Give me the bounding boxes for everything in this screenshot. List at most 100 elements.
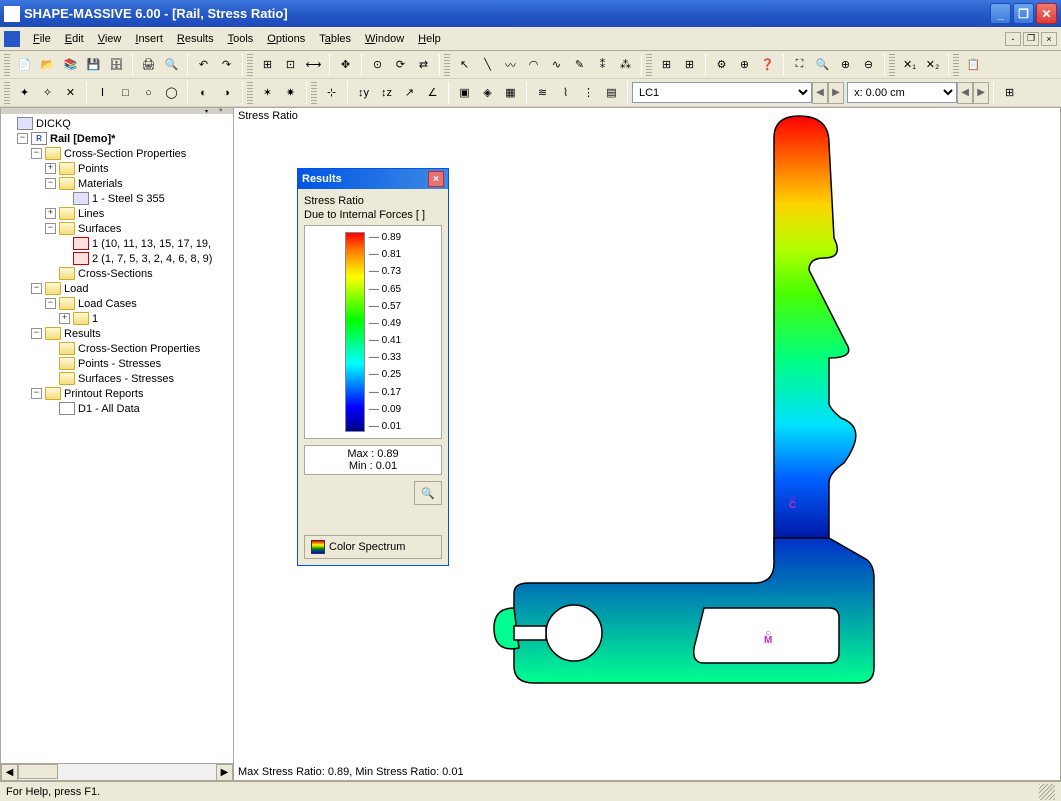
result-s-icon[interactable]: ≋ bbox=[531, 81, 554, 104]
view-4-icon[interactable]: ⊞ bbox=[998, 81, 1021, 104]
dimension-icon[interactable]: ⟷ bbox=[302, 53, 325, 76]
tree-csp[interactable]: Cross-Section Properties bbox=[64, 148, 186, 160]
expander-icon[interactable]: − bbox=[45, 178, 56, 189]
tree-load-cases[interactable]: Load Cases bbox=[78, 298, 137, 310]
shape-rect-icon[interactable]: □ bbox=[114, 81, 137, 104]
tree-steel[interactable]: 1 - Steel S 355 bbox=[92, 193, 165, 205]
expander-icon[interactable]: − bbox=[31, 148, 42, 159]
sidebar-hscroll[interactable]: ◀ ▶ bbox=[1, 763, 233, 780]
maximize-button[interactable]: ❐ bbox=[1013, 3, 1034, 24]
save-all-icon[interactable]: 🗄 bbox=[105, 53, 128, 76]
legend-zoom-button[interactable]: 🔍 bbox=[414, 481, 442, 505]
results-panel-close-icon[interactable]: × bbox=[428, 171, 444, 187]
mirror-icon[interactable]: ⇄ bbox=[412, 53, 435, 76]
new-file-icon[interactable]: 📄 bbox=[13, 53, 36, 76]
tree-res-csp[interactable]: Cross-Section Properties bbox=[78, 343, 200, 355]
toolbar-grip[interactable] bbox=[953, 54, 959, 76]
menu-help[interactable]: Help bbox=[411, 31, 448, 47]
expander-icon[interactable]: − bbox=[17, 133, 28, 144]
x1-icon[interactable]: ✕₁ bbox=[898, 53, 921, 76]
toolbar-grip[interactable] bbox=[4, 82, 10, 104]
resize-grip-icon[interactable] bbox=[1039, 784, 1055, 800]
position-select[interactable]: x: 0.00 cm bbox=[847, 82, 957, 103]
section-2-icon[interactable]: ◈ bbox=[476, 81, 499, 104]
tree-printout[interactable]: Printout Reports bbox=[64, 388, 143, 400]
zoom-in-icon[interactable]: ⊕ bbox=[834, 53, 857, 76]
prev-pos-button[interactable]: ◀ bbox=[957, 82, 973, 104]
menu-tools[interactable]: Tools bbox=[221, 31, 261, 47]
print-preview-icon[interactable]: 🔍 bbox=[160, 53, 183, 76]
split-line-icon[interactable]: ⁑ bbox=[591, 53, 614, 76]
shape-circle-icon[interactable]: ○ bbox=[137, 81, 160, 104]
mdi-restore-button[interactable]: ❐ bbox=[1023, 32, 1039, 46]
close-button[interactable]: ✕ bbox=[1036, 3, 1057, 24]
expander-icon[interactable]: + bbox=[45, 163, 56, 174]
toolbar-grip[interactable] bbox=[311, 82, 317, 104]
tree-points[interactable]: Points bbox=[78, 163, 109, 175]
query-icon[interactable]: ❓ bbox=[756, 53, 779, 76]
snap-midpoint-icon[interactable]: ✧ bbox=[36, 81, 59, 104]
menu-results[interactable]: Results bbox=[170, 31, 221, 47]
section-1-icon[interactable]: ▣ bbox=[453, 81, 476, 104]
scroll-right-icon[interactable]: ▶ bbox=[216, 764, 233, 781]
menu-view[interactable]: View bbox=[91, 31, 129, 47]
menu-file[interactable]: File bbox=[26, 31, 58, 47]
expander-icon[interactable]: + bbox=[59, 313, 70, 324]
expander-icon[interactable]: − bbox=[45, 298, 56, 309]
next-lc-button[interactable]: ▶ bbox=[828, 82, 844, 104]
shade-2-icon[interactable]: ◑ bbox=[215, 81, 238, 104]
menu-edit[interactable]: Edit bbox=[58, 31, 91, 47]
star-1-icon[interactable]: ✶ bbox=[256, 81, 279, 104]
x2-icon[interactable]: ✕₂ bbox=[921, 53, 944, 76]
dim-angle-icon[interactable]: ∠ bbox=[421, 81, 444, 104]
minimize-button[interactable]: _ bbox=[990, 3, 1011, 24]
redo-icon[interactable]: ↷ bbox=[215, 53, 238, 76]
zoom-window-icon[interactable]: 🔍 bbox=[811, 53, 834, 76]
menu-tables[interactable]: Tables bbox=[312, 31, 358, 47]
rotate-icon[interactable]: ⟳ bbox=[389, 53, 412, 76]
coord-icon[interactable]: ⊕ bbox=[733, 53, 756, 76]
color-spectrum-button[interactable]: Color Spectrum bbox=[304, 535, 442, 559]
tree-lc1[interactable]: 1 bbox=[92, 313, 98, 325]
grid-snap-icon[interactable]: ⊡ bbox=[279, 53, 302, 76]
tree-root[interactable]: DICKQ bbox=[36, 118, 71, 130]
grid-toggle-icon[interactable]: ⊞ bbox=[256, 53, 279, 76]
toolbar-grip[interactable] bbox=[444, 54, 450, 76]
model-viewport[interactable]: Stress Ratio bbox=[234, 107, 1061, 781]
toolbar-grip[interactable] bbox=[247, 82, 253, 104]
prev-lc-button[interactable]: ◀ bbox=[812, 82, 828, 104]
tree-lines[interactable]: Lines bbox=[78, 208, 104, 220]
calc-icon[interactable]: ⚙ bbox=[710, 53, 733, 76]
tree-surfaces[interactable]: Surfaces bbox=[78, 223, 121, 235]
table-2-icon[interactable]: ⊞ bbox=[678, 53, 701, 76]
results-legend-panel[interactable]: Results × Stress Ratio Due to Internal F… bbox=[297, 168, 449, 566]
toolbar-grip[interactable] bbox=[247, 54, 253, 76]
zoom-fit-icon[interactable]: ⛶ bbox=[788, 53, 811, 76]
result-sb-icon[interactable]: ⋮ bbox=[577, 81, 600, 104]
shape-I-icon[interactable]: Ⅰ bbox=[91, 81, 114, 104]
tree-res-points[interactable]: Points - Stresses bbox=[78, 358, 161, 370]
tree-cross-sections[interactable]: Cross-Sections bbox=[78, 268, 153, 280]
dim-y-icon[interactable]: ↕y bbox=[352, 81, 375, 104]
mdi-close-button[interactable]: × bbox=[1041, 32, 1057, 46]
expander-icon[interactable]: − bbox=[31, 388, 42, 399]
undo-icon[interactable]: ↶ bbox=[192, 53, 215, 76]
menu-options[interactable]: Options bbox=[260, 31, 312, 47]
expander-icon[interactable]: − bbox=[31, 328, 42, 339]
tree-surf2[interactable]: 2 (1, 7, 5, 3, 2, 4, 6, 8, 9) bbox=[92, 253, 212, 265]
tree-res-surfaces[interactable]: Surfaces - Stresses bbox=[78, 373, 174, 385]
tree-project[interactable]: Rail [Demo]* bbox=[50, 133, 115, 145]
cursor-icon[interactable]: ↖ bbox=[453, 53, 476, 76]
menu-window[interactable]: Window bbox=[358, 31, 411, 47]
tree-materials[interactable]: Materials bbox=[78, 178, 123, 190]
polyline-tool-icon[interactable]: 〰 bbox=[499, 53, 522, 76]
star-2-icon[interactable]: ✷ bbox=[279, 81, 302, 104]
dim-z-icon[interactable]: ↕z bbox=[375, 81, 398, 104]
project-tree[interactable]: DICKQ −RRail [Demo]* −Cross-Section Prop… bbox=[1, 114, 233, 763]
print-report-icon[interactable]: 📋 bbox=[962, 53, 985, 76]
scroll-thumb[interactable] bbox=[18, 764, 58, 779]
load-case-select[interactable]: LC1 bbox=[632, 82, 812, 103]
open-model-icon[interactable]: 📚 bbox=[59, 53, 82, 76]
edit-line-icon[interactable]: ✎ bbox=[568, 53, 591, 76]
tree-load[interactable]: Load bbox=[64, 283, 88, 295]
